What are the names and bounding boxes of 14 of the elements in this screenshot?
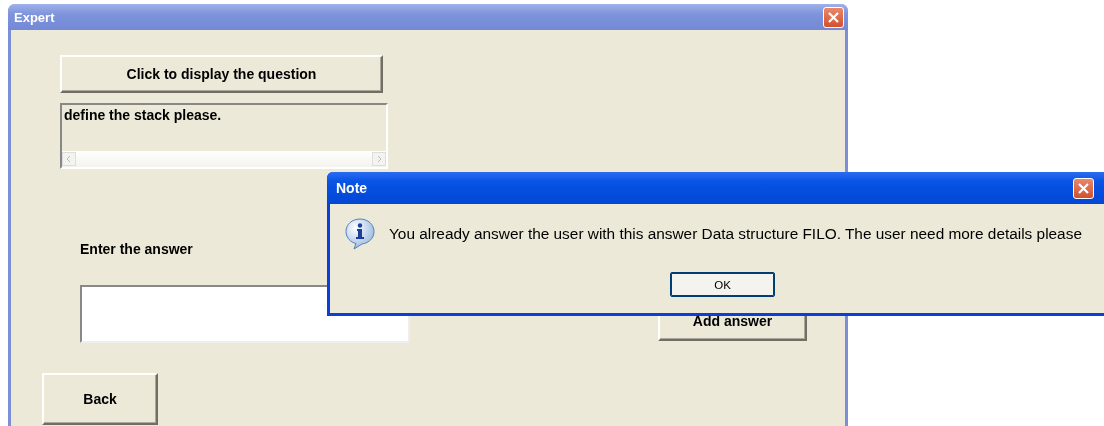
- dialog-message: You already answer the user with this answer Data structure FILO. The user need more details please: [389, 225, 1082, 243]
- dialog-title: Note: [335, 180, 368, 196]
- ok-button[interactable]: OK: [670, 272, 775, 297]
- answer-label: Enter the answer: [80, 241, 193, 257]
- question-text: define the stack please.: [63, 106, 223, 125]
- display-question-button[interactable]: Click to display the question: [60, 55, 383, 93]
- dialog-close-button[interactable]: [1073, 177, 1094, 199]
- info-icon: [345, 218, 375, 250]
- back-button[interactable]: Back: [42, 373, 158, 425]
- close-button[interactable]: [823, 6, 844, 28]
- close-icon: [828, 11, 839, 23]
- window-title: Expert: [13, 9, 55, 25]
- question-box[interactable]: define the stack please.: [60, 103, 388, 169]
- close-icon: [1078, 182, 1089, 194]
